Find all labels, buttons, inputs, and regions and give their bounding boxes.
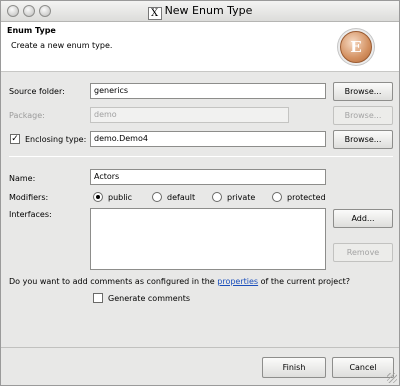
modifier-protected-label: protected	[287, 193, 326, 202]
enclosing-type-checkbox[interactable]: ✓	[10, 134, 20, 144]
modifier-default-radio[interactable]	[152, 192, 162, 202]
modifier-public-label: public	[108, 193, 133, 202]
new-enum-type-dialog: X New Enum Type Enum Type Create a new en…	[0, 0, 400, 386]
generate-comments-label: Generate comments	[108, 294, 191, 303]
package-input: demo	[90, 107, 289, 123]
comments-question-suffix: of the current project?	[258, 277, 350, 286]
source-folder-input[interactable]: generics	[90, 83, 326, 99]
x-app-icon: X	[147, 7, 162, 20]
wizard-header: Enum Type Create a new enum type. E	[1, 22, 399, 72]
interfaces-label: Interfaces:	[9, 210, 52, 219]
source-folder-label: Source folder:	[9, 87, 65, 96]
header-title: Enum Type	[7, 26, 56, 35]
comments-question-prefix: Do you want to add comments as configure…	[9, 277, 218, 286]
modifier-protected-radio[interactable]	[272, 192, 282, 202]
radio-selected-dot	[96, 195, 100, 199]
finish-button[interactable]: Finish	[262, 357, 326, 378]
package-label: Package:	[9, 111, 45, 120]
modifier-private-label: private	[227, 193, 256, 202]
name-label: Name:	[9, 174, 36, 183]
enclosing-type-browse-button[interactable]: Browse...	[333, 130, 393, 149]
remove-interface-button: Remove	[333, 243, 393, 262]
window-title: New Enum Type	[164, 4, 253, 17]
add-interface-button[interactable]: Add...	[333, 209, 393, 228]
window-title-area: X New Enum Type	[1, 4, 399, 20]
package-browse-button: Browse...	[333, 106, 393, 125]
interfaces-list[interactable]	[90, 208, 326, 270]
title-bar: X New Enum Type	[1, 1, 399, 22]
footer-divider	[1, 347, 399, 348]
name-input[interactable]: Actors	[90, 169, 326, 185]
separator	[9, 156, 393, 157]
source-folder-browse-button[interactable]: Browse...	[333, 82, 393, 101]
modifier-public-radio[interactable]	[93, 192, 103, 202]
cancel-button[interactable]: Cancel	[332, 357, 394, 378]
enclosing-type-label: Enclosing type:	[25, 135, 87, 144]
enum-type-icon: E	[340, 31, 372, 63]
properties-link[interactable]: properties	[217, 277, 258, 286]
modifier-private-radio[interactable]	[212, 192, 222, 202]
header-description: Create a new enum type.	[11, 41, 113, 50]
generate-comments-checkbox[interactable]	[93, 293, 103, 303]
checkmark-icon: ✓	[11, 134, 19, 144]
enclosing-type-input[interactable]: demo.Demo4	[90, 131, 326, 147]
comments-question: Do you want to add comments as configure…	[9, 277, 350, 286]
resize-grip-icon[interactable]	[387, 373, 397, 383]
modifier-default-label: default	[167, 193, 196, 202]
modifiers-label: Modifiers:	[9, 193, 49, 202]
